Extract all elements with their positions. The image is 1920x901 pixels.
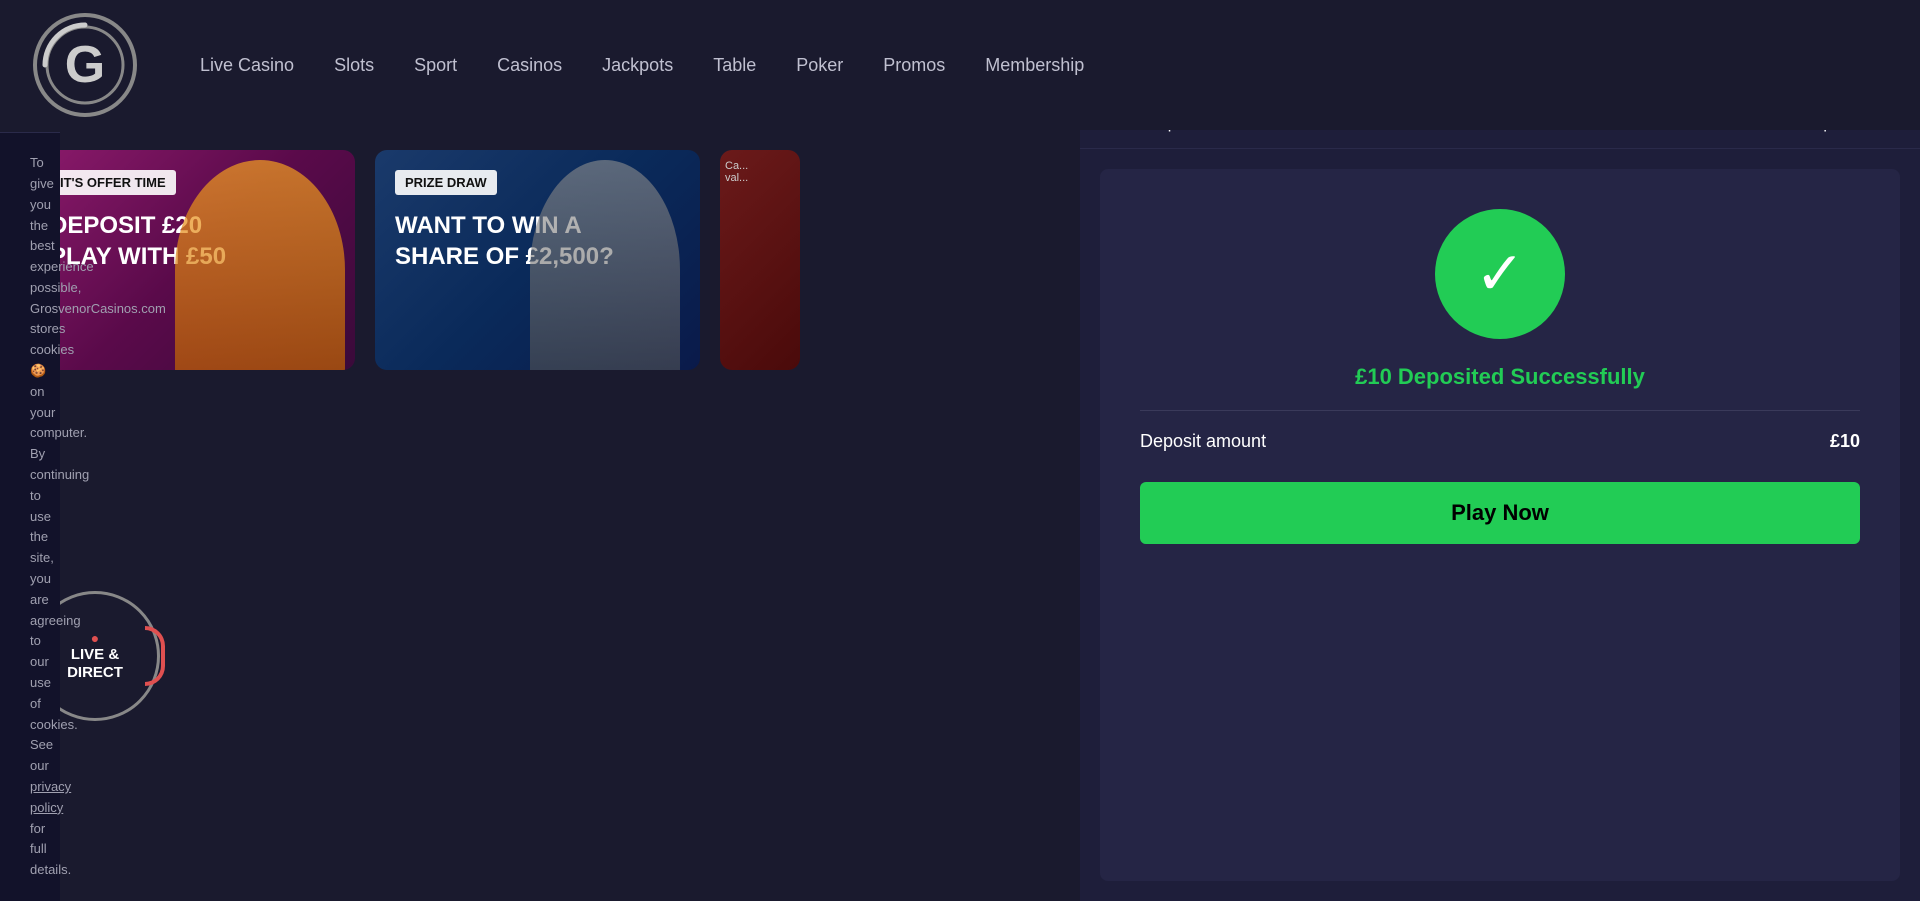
deposit-amount-row: Deposit amount £10 [1140,431,1860,452]
promo-card-3[interactable]: Ca...val... [720,150,800,370]
cookie-text-after-link: for full details. [30,821,71,878]
nav-membership[interactable]: Membership [965,45,1104,86]
nav-jackpots[interactable]: Jackpots [582,45,693,86]
promo-character-2 [530,160,680,370]
promo-card-2[interactable]: PRIZE DRAW WANT TO WIN ASHARE OF £2,500?… [375,150,700,370]
cookie-notice: To give you the best experience possible… [0,132,60,901]
success-circle: ✓ [1435,209,1565,339]
live-arc-right [145,626,165,686]
cookie-privacy-link[interactable]: privacy policy [30,779,71,815]
nav-poker[interactable]: Poker [776,45,863,86]
promo-badge-1: IT'S OFFER TIME [50,170,176,195]
live-dot: ● [67,630,123,646]
logo[interactable]: G [30,10,140,120]
main-content: IT'S OFFER TIME DEPOSIT £20PLAY WITH £50… [0,130,830,901]
header: G Live Casino Slots Sport Casinos Jackpo… [0,0,1920,130]
checkmark-icon: ✓ [1475,244,1525,304]
nav-sport[interactable]: Sport [394,45,477,86]
deposit-panel: ‹ 👤 Category DEPOSIT × Live Help Set a D… [1080,0,1920,901]
nav-live-casino[interactable]: Live Casino [180,45,314,86]
main-nav: Live Casino Slots Sport Casinos Jackpots… [180,45,1890,86]
promo-badge-2: PRIZE DRAW [395,170,497,195]
deposit-amount-divider [1140,410,1860,411]
play-now-button[interactable]: Play Now [1140,482,1860,544]
deposit-amount-label: Deposit amount [1140,431,1266,452]
promo-character-1 [175,160,345,370]
live-direct-text: LIVE &DIRECT [67,646,123,682]
nav-promos[interactable]: Promos [863,45,965,86]
deposit-success-area: ✓ £10 Deposited Successfully Deposit amo… [1100,169,1900,881]
deposit-amount-value: £10 [1830,431,1860,452]
promo-section: IT'S OFFER TIME DEPOSIT £20PLAY WITH £50… [0,130,830,390]
live-circle-inner: ● LIVE &DIRECT [67,630,123,682]
promo-card-3-text: Ca...val... [720,150,800,194]
svg-text:G: G [65,36,105,94]
nav-slots[interactable]: Slots [314,45,394,86]
nav-casinos[interactable]: Casinos [477,45,582,86]
nav-table[interactable]: Table [693,45,776,86]
success-message: £10 Deposited Successfully [1355,364,1645,390]
